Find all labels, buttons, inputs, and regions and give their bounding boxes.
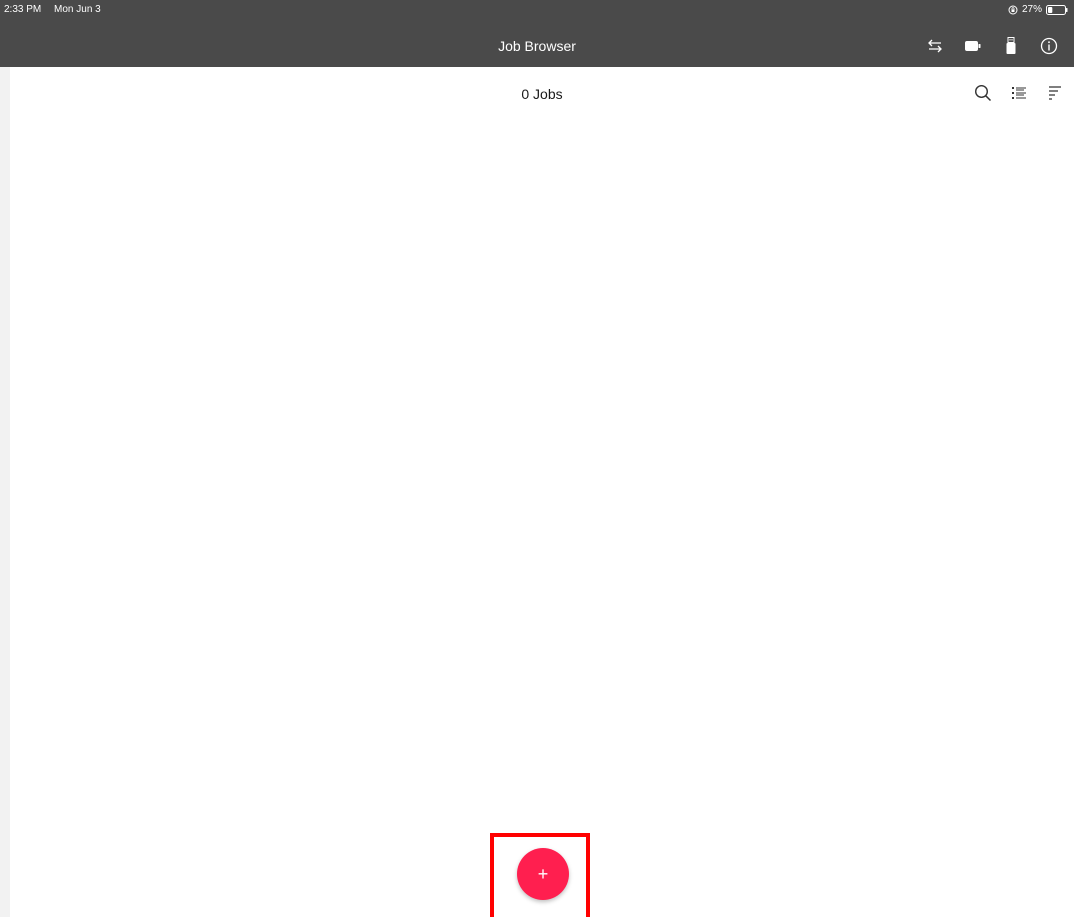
rotation-lock-icon bbox=[1008, 5, 1018, 15]
usb-drive-icon bbox=[1005, 37, 1017, 55]
status-bar-right: 27% bbox=[1008, 4, 1068, 15]
status-time: 2:33 PM bbox=[4, 4, 42, 15]
add-job-button[interactable]: + bbox=[517, 848, 569, 900]
search-icon bbox=[974, 84, 992, 102]
plus-icon: + bbox=[537, 863, 549, 884]
battery-pack-button[interactable] bbox=[960, 35, 986, 57]
list-view-button[interactable] bbox=[1008, 81, 1030, 105]
usb-drive-button[interactable] bbox=[998, 35, 1024, 57]
status-bar-left: 2:33 PM Mon Jun 3 bbox=[4, 4, 101, 15]
swap-arrows-icon bbox=[926, 39, 944, 53]
info-button[interactable] bbox=[1036, 35, 1062, 57]
jobs-count-label: 0 Jobs bbox=[521, 86, 563, 102]
sort-icon bbox=[1048, 85, 1062, 101]
top-bar: 2:33 PM Mon Jun 3 27% Job Browser bbox=[0, 0, 1074, 67]
battery-icon bbox=[1046, 4, 1068, 15]
toolbar-actions bbox=[958, 81, 1066, 105]
search-button[interactable] bbox=[972, 81, 994, 105]
sort-button[interactable] bbox=[1044, 81, 1066, 105]
app-screen: 2:33 PM Mon Jun 3 27% Job Browser 0 Jobs… bbox=[0, 0, 1074, 917]
job-list-area: 0 Jobs + bbox=[10, 67, 1074, 917]
nav-actions bbox=[910, 35, 1062, 57]
job-toolbar: 0 Jobs bbox=[10, 67, 1074, 121]
battery-pack-icon bbox=[965, 40, 981, 52]
swap-arrows-button[interactable] bbox=[922, 35, 948, 57]
info-icon bbox=[1040, 37, 1058, 55]
battery-percent: 27% bbox=[1021, 4, 1042, 15]
status-date: Mon Jun 3 bbox=[54, 4, 101, 15]
list-view-icon bbox=[1011, 85, 1027, 101]
